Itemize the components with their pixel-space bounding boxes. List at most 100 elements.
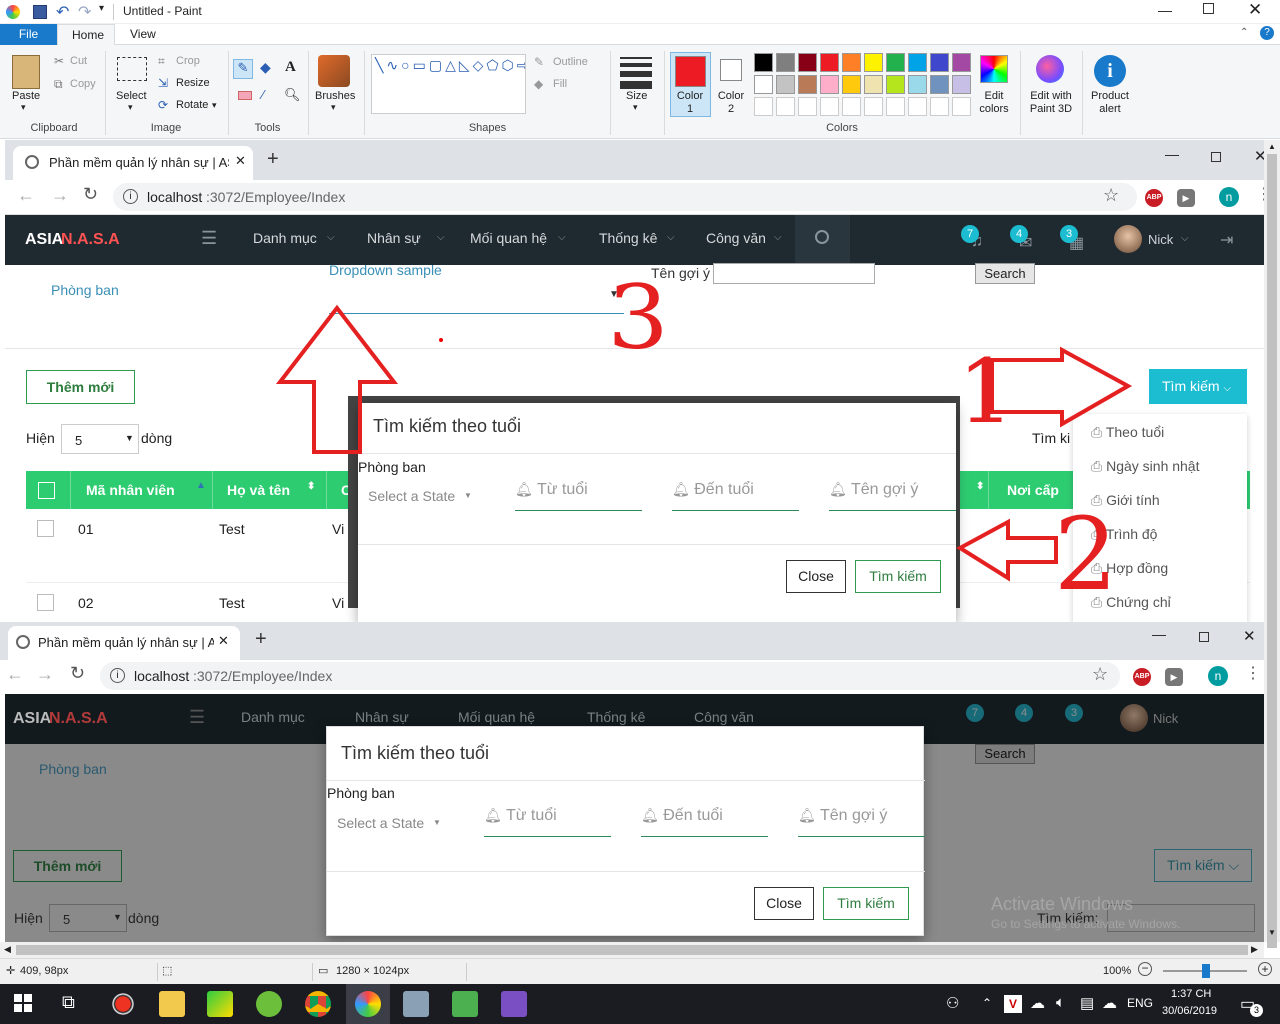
hint-input[interactable]: 🔔︎ Tên gợi ý xyxy=(798,807,925,837)
scroll-thumb[interactable] xyxy=(1267,154,1277,948)
volume-icon[interactable]: 🔈︎ xyxy=(1056,994,1065,1011)
windows-start-icon[interactable] xyxy=(14,994,32,1012)
snipping-icon[interactable] xyxy=(403,991,429,1017)
chrome-menu-icon[interactable]: ⋮ xyxy=(1245,663,1261,683)
zoom-slider-thumb[interactable] xyxy=(1202,964,1210,978)
onedrive-icon[interactable]: ☁ xyxy=(1030,994,1045,1012)
tray-app-icon[interactable]: V xyxy=(1004,995,1022,1013)
browser2-maximize[interactable] xyxy=(1199,632,1209,642)
bell-icon: 🔔︎ xyxy=(484,807,502,823)
cursor-position: 409, 98px xyxy=(20,965,69,977)
bell-icon: 🔔︎ xyxy=(641,807,659,823)
menu-moi-quan-he: Mối quan hệ xyxy=(458,709,536,725)
chrome-icon[interactable] xyxy=(305,991,331,1017)
task-view-icon[interactable]: ⧉ xyxy=(62,992,75,1013)
info-icon[interactable]: i xyxy=(110,668,125,683)
browser2-toolbar: ← → ↻ i localhost :3072/Employee/Index ☆… xyxy=(0,660,1264,694)
scroll-up-icon[interactable]: ▲ xyxy=(1268,142,1276,151)
paint-status-bar: ✛ 409, 98px ⬚ ▭ 1280 × 1024px 100% − + xyxy=(0,958,1280,984)
recorder-icon[interactable] xyxy=(110,991,136,1017)
modal-phong-ban-label: Phòng ban xyxy=(327,785,395,801)
annotation-number-2: 2 xyxy=(1054,496,1118,613)
brand-asia: ASIA xyxy=(13,710,52,727)
url-host: localhost xyxy=(134,668,190,684)
browser2-tab[interactable]: Phần mềm quản lý nhân sự | ASI/ ✕ xyxy=(8,626,240,660)
network-icon[interactable]: ▤ xyxy=(1080,994,1094,1012)
menu-nhan-su: Nhân sự xyxy=(355,709,409,725)
horizontal-scrollbar[interactable]: ◀ ▶ xyxy=(0,942,1264,958)
red-arrow-left-annotation xyxy=(956,518,1058,582)
calendar-badge: 3 xyxy=(1065,704,1083,722)
from-age-input[interactable]: 🔔︎ Từ tuổi xyxy=(484,807,611,837)
windows-taskbar: ⧉ ⚇ ⌃ V ☁ 🔈︎ ▤ ☁ ENG 1:37 CH 30/06/2019 … xyxy=(0,984,1280,1024)
zoom-in-icon[interactable]: + xyxy=(1258,962,1272,976)
search-button: Search xyxy=(975,744,1035,764)
cursor-position-icon: ✛ xyxy=(6,965,16,977)
activate-windows-hint: Go to Settings to activate Windows. xyxy=(991,917,1181,931)
back-icon[interactable]: ← xyxy=(6,664,24,685)
reload-icon[interactable]: ↻ xyxy=(70,663,85,684)
age-search-modal-2: Tìm kiếm theo tuổi Phòng ban Select a St… xyxy=(326,726,925,936)
page-size-select: 5 ▼ xyxy=(49,904,127,932)
scroll-right-icon[interactable]: ▶ xyxy=(1251,944,1258,955)
dong-label: dòng xyxy=(128,910,160,926)
scroll-thumb[interactable] xyxy=(16,945,1248,955)
profile-avatar[interactable]: n xyxy=(1208,666,1228,686)
menu-danh-muc: Danh mục xyxy=(241,709,305,725)
zoom-out-icon[interactable]: − xyxy=(1138,962,1152,976)
scroll-down-icon[interactable]: ▼ xyxy=(1268,928,1276,937)
url-path: :3072/Employee/Index xyxy=(193,668,333,684)
menu-thong-ke: Thống kê xyxy=(587,709,646,725)
state-select[interactable]: Select a State xyxy=(337,815,424,831)
close-button[interactable]: Close xyxy=(754,887,814,920)
language-indicator[interactable]: ENG xyxy=(1127,996,1153,1010)
clock-date[interactable]: 30/06/2019 xyxy=(1162,1005,1217,1017)
vertical-scrollbar[interactable]: ▲ ▼ xyxy=(1264,140,1280,948)
cloud-sync-icon[interactable]: ☁ xyxy=(1102,994,1117,1012)
red-arrow-up-annotation xyxy=(275,304,399,454)
canvas-browser-2: Phần mềm quản lý nhân sự | ASI/ ✕ + — ✕ … xyxy=(0,622,1264,942)
new-tab-icon[interactable]: + xyxy=(255,628,267,651)
annotation-number-3: 3 xyxy=(607,266,669,369)
clock-time[interactable]: 1:37 CH xyxy=(1171,988,1211,1000)
user-name: Nick xyxy=(1153,711,1179,726)
forward-icon[interactable]: → xyxy=(36,664,54,685)
image-size: 1280 × 1024px xyxy=(336,965,410,977)
app-green-icon[interactable] xyxy=(256,991,282,1017)
adblock-icon[interactable]: ABP xyxy=(1133,668,1151,686)
tim-kiem-dropdown-button: Tìm kiếm ⌵ xyxy=(1154,849,1252,882)
phong-ban-label: Phòng ban xyxy=(39,761,107,777)
selection-size-icon: ⬚ xyxy=(162,965,173,977)
image-size-icon: ▭ xyxy=(318,965,329,977)
modal-title: Tìm kiếm theo tuổi xyxy=(341,743,490,763)
to-age-input[interactable]: 🔔︎ Đến tuổi xyxy=(641,807,768,837)
scroll-left-icon[interactable]: ◀ xyxy=(4,944,11,955)
browser2-tab-title: Phần mềm quản lý nhân sự | ASI/ xyxy=(38,635,214,650)
tray-chevron-icon[interactable]: ⌃ xyxy=(982,996,992,1010)
activate-windows-watermark: Activate Windows xyxy=(991,894,1134,914)
bookmark-star-icon[interactable]: ☆ xyxy=(1092,664,1108,685)
file-explorer-icon[interactable] xyxy=(159,991,185,1017)
hamburger-icon: ☰ xyxy=(189,707,206,727)
visual-studio-icon[interactable] xyxy=(501,991,527,1017)
menu-cong-van: Công văn xyxy=(694,709,754,725)
browser2-tab-strip: Phần mềm quản lý nhân sự | ASI/ ✕ + — ✕ xyxy=(0,622,1264,660)
notification-badge: 7 xyxy=(966,704,984,722)
submit-tim-kiem-button[interactable]: Tìm kiếm xyxy=(823,887,909,920)
action-center-badge: 3 xyxy=(1250,1004,1263,1017)
user-avatar xyxy=(1120,704,1148,732)
browser2-address-bar[interactable]: i localhost :3072/Employee/Index ☆ xyxy=(100,662,1120,690)
annotation-number-1: 1 xyxy=(958,340,1014,443)
bell-icon: 🔔︎ xyxy=(798,807,816,823)
extension-play-icon[interactable]: ▶ xyxy=(1165,668,1183,686)
paint-icon[interactable] xyxy=(355,991,381,1017)
browser2-close[interactable]: ✕ xyxy=(1243,627,1256,645)
app-gem-icon[interactable] xyxy=(207,991,233,1017)
people-icon[interactable]: ⚇ xyxy=(946,994,959,1012)
close-tab-icon[interactable]: ✕ xyxy=(218,633,229,649)
hien-label: Hiện xyxy=(14,910,43,926)
notepad-icon[interactable] xyxy=(452,991,478,1017)
browser2-minimize[interactable]: — xyxy=(1152,626,1166,642)
globe-icon xyxy=(16,635,30,649)
caret-down-icon: ▼ xyxy=(433,818,441,827)
